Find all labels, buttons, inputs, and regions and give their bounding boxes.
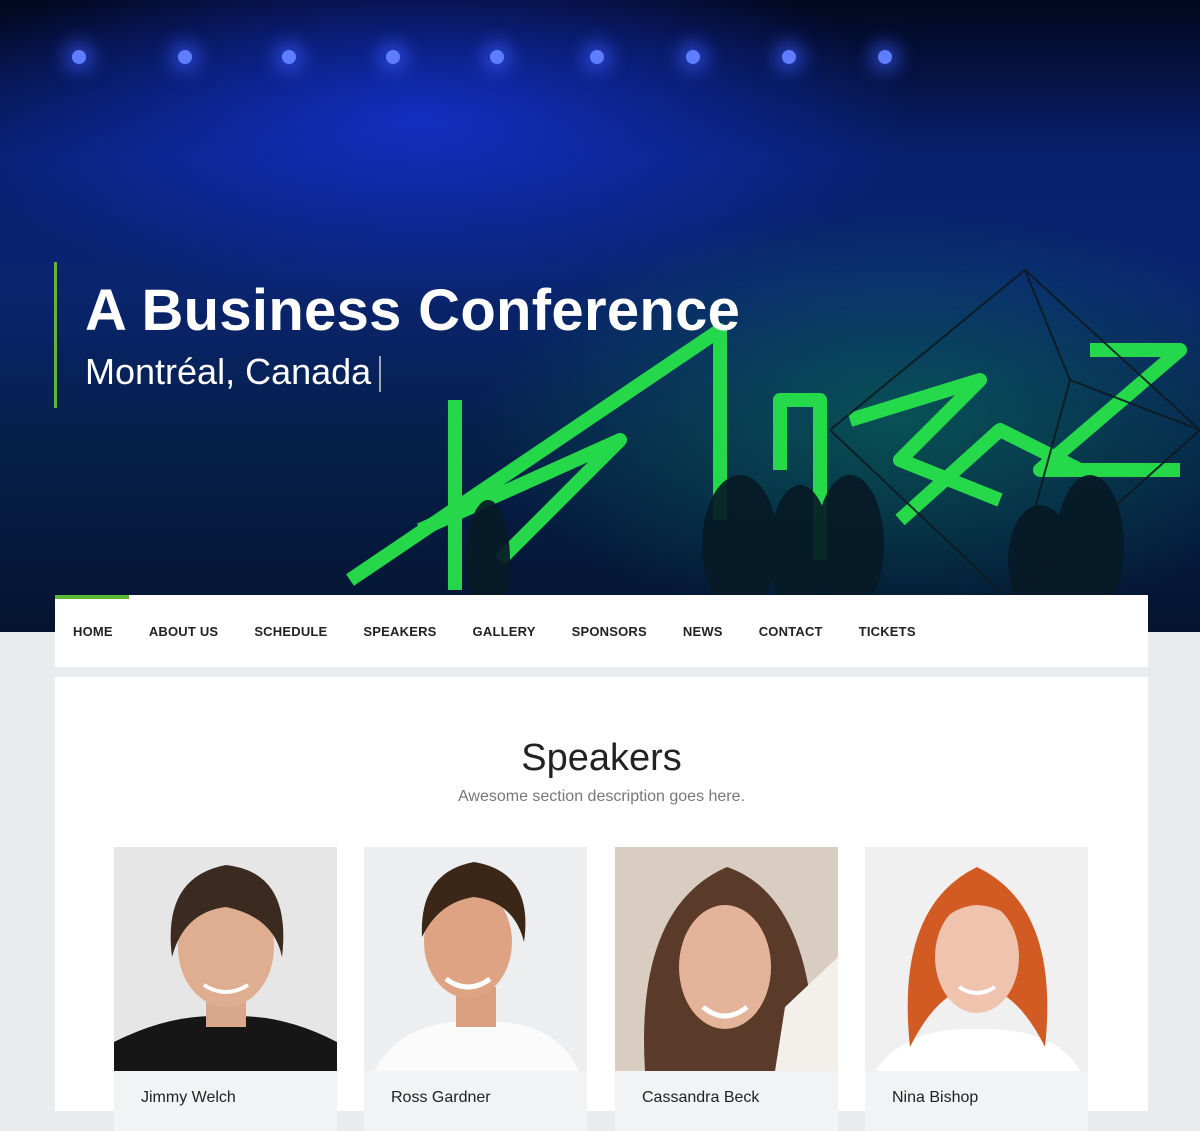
- nav-item-tickets[interactable]: TICKETS: [859, 624, 916, 639]
- nav-item-home[interactable]: HOME: [73, 624, 113, 639]
- nav-item-news[interactable]: NEWS: [683, 624, 723, 639]
- speaker-name-bar: Ross Gardner: [364, 1071, 587, 1131]
- hero-banner: A Business Conference Montréal, Canada: [0, 0, 1200, 632]
- nav-item-about-us[interactable]: ABOUT US: [149, 624, 219, 639]
- nav-item-contact[interactable]: CONTACT: [759, 624, 823, 639]
- hero-subtitle: Montréal, Canada: [85, 350, 382, 394]
- speaker-card-ross-gardner[interactable]: Ross Gardner: [364, 847, 587, 1131]
- speaker-name-bar: Cassandra Beck: [615, 1071, 838, 1131]
- speaker-portrait-image: [865, 847, 1088, 1071]
- main-navigation: HOME ABOUT US SCHEDULE SPEAKERS GALLERY …: [55, 595, 1148, 667]
- speaker-portrait-image: [114, 847, 337, 1071]
- speaker-portrait-image: [615, 847, 838, 1071]
- speaker-name[interactable]: Nina Bishop: [892, 1089, 978, 1107]
- section-title: Speakers: [521, 737, 682, 779]
- nav-item-gallery[interactable]: GALLERY: [473, 624, 536, 639]
- speaker-name[interactable]: Ross Gardner: [391, 1089, 491, 1107]
- nav-item-sponsors[interactable]: SPONSORS: [572, 624, 647, 639]
- nav-item-schedule[interactable]: SCHEDULE: [254, 624, 327, 639]
- speaker-name-bar: Jimmy Welch: [114, 1071, 337, 1131]
- speaker-card-cassandra-beck[interactable]: Cassandra Beck: [615, 847, 838, 1131]
- typing-cursor: [379, 356, 382, 393]
- speaker-portrait-image: [364, 847, 587, 1071]
- speaker-card-jimmy-welch[interactable]: Jimmy Welch: [114, 847, 337, 1131]
- section-description: Awesome section description goes here.: [458, 788, 745, 805]
- hero-subtitle-text: Montréal, Canada: [85, 351, 372, 392]
- hero-title: A Business Conference: [85, 278, 741, 343]
- speaker-photo[interactable]: [364, 847, 587, 1071]
- hero-accent-bar: [54, 262, 57, 408]
- speaker-photo[interactable]: [114, 847, 337, 1071]
- speaker-card-nina-bishop[interactable]: Nina Bishop: [865, 847, 1088, 1131]
- speaker-photo[interactable]: [865, 847, 1088, 1071]
- speakers-section: Speakers Awesome section description goe…: [55, 677, 1148, 1131]
- nav-item-speakers[interactable]: SPEAKERS: [363, 624, 436, 639]
- speaker-name-bar: Nina Bishop: [865, 1071, 1088, 1131]
- speaker-name[interactable]: Jimmy Welch: [141, 1089, 236, 1107]
- speaker-photo[interactable]: [615, 847, 838, 1071]
- speaker-name[interactable]: Cassandra Beck: [642, 1089, 759, 1107]
